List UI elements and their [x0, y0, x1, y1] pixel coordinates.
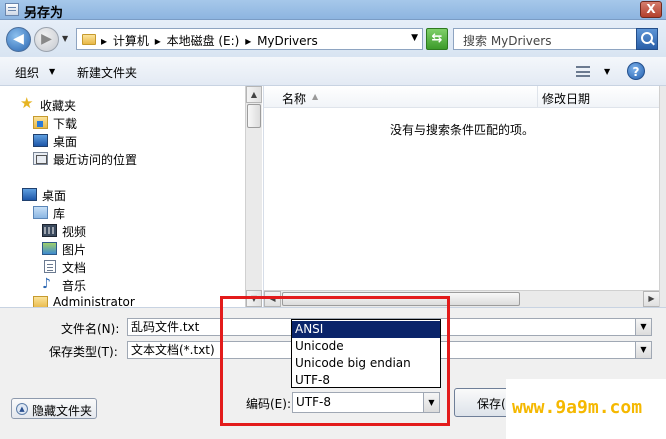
tree-label: 桌面 — [42, 189, 67, 203]
scroll-up-arrow-icon[interactable]: ▲ — [246, 86, 262, 103]
encoding-dropdown-list: ANSI Unicode Unicode big endian UTF-8 — [291, 319, 441, 388]
chevron-down-icon[interactable]: ▼ — [49, 67, 55, 76]
tree-label: 图片 — [62, 243, 87, 257]
user-folder-icon — [33, 296, 48, 307]
desktop-icon — [33, 134, 48, 147]
tree-label: 文档 — [62, 261, 87, 275]
tree-label: 收藏夹 — [40, 99, 77, 113]
back-button[interactable]: ◀ — [6, 27, 31, 52]
breadcrumb-separator[interactable]: ▸ — [155, 34, 161, 48]
file-list-hscrollbar[interactable]: ◀ ▶ — [264, 290, 660, 307]
encoding-option-unicode[interactable]: Unicode — [292, 338, 440, 355]
search-input[interactable]: 搜索 MyDrivers — [453, 28, 658, 50]
document-icon — [44, 260, 56, 273]
chevron-up-icon: ▲ — [16, 403, 28, 415]
scroll-thumb[interactable] — [282, 292, 520, 306]
document-icon — [5, 3, 19, 16]
tree-label: 桌面 — [53, 135, 78, 149]
column-date-modified[interactable]: 修改日期 — [542, 90, 590, 107]
scroll-down-arrow-icon[interactable]: ▼ — [246, 290, 262, 307]
hide-folders-button[interactable]: ▲ 隐藏文件夹 — [11, 398, 97, 419]
chevron-down-icon[interactable]: ▼ — [411, 33, 418, 43]
column-divider[interactable] — [537, 86, 538, 108]
tree-label: 库 — [53, 207, 66, 221]
new-folder-button[interactable]: 新建文件夹 — [77, 64, 137, 81]
encoding-option-unicode-big-endian[interactable]: Unicode big endian — [292, 355, 440, 372]
encoding-value: UTF-8 — [296, 395, 331, 409]
chevron-down-icon[interactable]: ▼ — [635, 319, 651, 335]
tree-label: 音乐 — [62, 279, 87, 293]
library-icon — [33, 206, 48, 219]
download-folder-icon — [33, 116, 48, 129]
breadcrumb-separator[interactable]: ▸ — [245, 34, 251, 48]
scroll-left-arrow-icon[interactable]: ◀ — [264, 291, 281, 307]
tree-label: Administrator — [53, 295, 135, 307]
close-button[interactable]: X — [640, 1, 662, 18]
folder-icon — [82, 34, 96, 45]
tree-label: 视频 — [62, 225, 87, 239]
picture-icon — [42, 242, 57, 255]
empty-message: 没有与搜索条件匹配的项。 — [389, 123, 534, 137]
refresh-button[interactable]: ⇆ — [426, 28, 448, 50]
filename-label: 文件名(N): — [61, 322, 120, 336]
search-placeholder: 搜索 MyDrivers — [463, 34, 552, 48]
video-icon — [42, 224, 57, 237]
filename-value: 乱码文件.txt — [131, 320, 200, 334]
encoding-select[interactable]: UTF-8 ▼ — [292, 392, 440, 413]
breadcrumb-local-disk[interactable]: 本地磁盘 (E:) — [167, 34, 240, 48]
chevron-down-icon[interactable]: ▼ — [423, 393, 439, 412]
chevron-down-icon[interactable]: ▼ — [635, 342, 651, 358]
address-bar[interactable]: ▸ 计算机 ▸ 本地磁盘 (E:) ▸ MyDrivers ▼ — [76, 28, 423, 50]
save-type-value: 文本文档(*.txt) — [131, 343, 215, 357]
encoding-option-utf8[interactable]: UTF-8 — [292, 372, 440, 389]
breadcrumb-separator[interactable]: ▸ — [101, 34, 107, 48]
chevron-down-icon[interactable]: ▼ — [604, 67, 610, 76]
tree-label: 最近访问的位置 — [53, 153, 138, 167]
organize-button[interactable]: 组织 — [15, 64, 39, 81]
list-header: 名称 ▲ 修改日期 — [264, 86, 660, 108]
address-row: ◀ ▶ ▼ ▸ 计算机 ▸ 本地磁盘 (E:) ▸ MyDrivers ▼ ⇆ … — [0, 20, 666, 57]
encoding-label: 编码(E): — [246, 397, 291, 411]
file-list-vscrollbar[interactable] — [659, 86, 666, 307]
window-title: 另存为 — [24, 6, 64, 21]
watermark: www.9a9m.com — [506, 379, 666, 439]
scroll-thumb[interactable] — [247, 104, 261, 128]
navigation-pane: ★ 收藏夹 下载 桌面 最近访问的位置 桌面 库 视频 图片 文档 ♪ 音乐 A… — [0, 86, 262, 307]
search-icon[interactable] — [636, 28, 658, 50]
recent-pages-dropdown[interactable]: ▼ — [62, 34, 68, 43]
watermark-text: www.9a9m.com — [512, 397, 643, 418]
title-bar: 另存为 X — [0, 0, 666, 21]
breadcrumb-computer[interactable]: 计算机 — [113, 34, 149, 48]
star-icon: ★ — [20, 94, 34, 112]
music-note-icon: ♪ — [42, 276, 51, 292]
help-icon[interactable]: ? — [627, 62, 645, 80]
sort-up-icon: ▲ — [312, 92, 319, 101]
hide-folders-label: 隐藏文件夹 — [32, 404, 93, 418]
save-type-label: 保存类型(T): — [49, 345, 118, 359]
file-list: 名称 ▲ 修改日期 没有与搜索条件匹配的项。 ◀ ▶ — [263, 86, 660, 307]
toolbar: 组织 ▼ 新建文件夹 ▼ ? — [0, 57, 666, 86]
view-options-icon[interactable] — [576, 66, 590, 77]
column-name[interactable]: 名称 — [282, 90, 306, 107]
desktop-icon — [22, 188, 37, 201]
recent-places-icon — [33, 152, 48, 165]
nav-scrollbar[interactable]: ▲ ▼ — [245, 86, 262, 307]
tree-label: 下载 — [53, 117, 78, 131]
breadcrumb: ▸ 计算机 ▸ 本地磁盘 (E:) ▸ MyDrivers — [101, 32, 320, 49]
forward-button[interactable]: ▶ — [34, 27, 59, 52]
breadcrumb-mydrivers[interactable]: MyDrivers — [257, 34, 318, 48]
encoding-option-ansi[interactable]: ANSI — [292, 321, 440, 338]
scroll-right-arrow-icon[interactable]: ▶ — [643, 291, 660, 307]
